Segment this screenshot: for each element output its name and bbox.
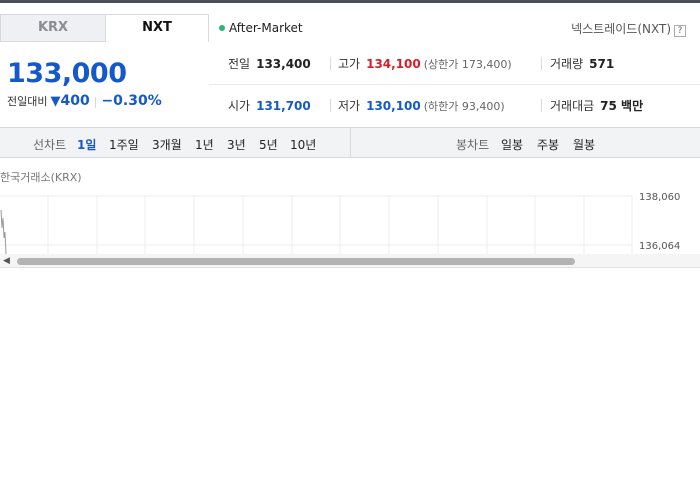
price-chart: 138,060 136,064: [0, 192, 680, 254]
stat-label: 거래량: [550, 57, 584, 71]
stat-lower-limit: (하한가 93,400): [423, 100, 505, 113]
stat-divider: [330, 57, 331, 70]
price-change: 전일대비 ▼400 | −0.30%: [7, 93, 162, 109]
stat-high: 고가 134,100 (상한가 173,400): [338, 55, 512, 72]
scrollbar-thumb[interactable]: [17, 258, 575, 265]
stat-divider: [541, 57, 542, 70]
stat-upper-limit: (상한가 173,400): [423, 58, 512, 71]
period-5y[interactable]: 5년: [259, 136, 278, 153]
help-icon[interactable]: ?: [674, 25, 686, 37]
down-triangle-icon: ▼: [50, 94, 61, 109]
session-dot-icon: [219, 25, 225, 31]
change-amount: 400: [60, 93, 90, 109]
stat-low: 저가 130,100 (하한가 93,400): [338, 97, 505, 114]
chart-gridlines: [0, 195, 633, 254]
provider-info: 넥스트레이드(NXT)?: [571, 20, 686, 37]
candle-chart-label: 봉차트: [456, 138, 490, 152]
stat-value: 130,100: [366, 99, 421, 113]
line-chart-label: 선차트: [33, 138, 67, 152]
period-3y[interactable]: 3년: [227, 136, 246, 153]
tab-nxt[interactable]: NXT: [105, 14, 209, 42]
stat-label: 시가: [228, 99, 251, 113]
chart-period-bar: 선차트 1일 1주일 3개월 1년 3년 5년 10년 봉차트 일봉 주봉 월봉: [0, 127, 700, 158]
candle-weekly[interactable]: 주봉: [537, 136, 559, 153]
stats-row-divider: [209, 84, 700, 85]
stat-open: 시가 131,700: [228, 97, 311, 114]
y-tick-label: 136,064: [639, 241, 680, 252]
stat-label: 거래대금: [550, 99, 595, 113]
period-3m[interactable]: 3개월: [152, 136, 182, 153]
period-1d[interactable]: 1일: [77, 136, 96, 153]
stat-divider: [541, 99, 542, 112]
y-tick-label: 138,060: [639, 192, 680, 203]
stat-divider: [330, 99, 331, 112]
stat-value: 75 백만: [600, 99, 644, 113]
stat-value: 134,100: [366, 57, 421, 71]
change-separator: |: [93, 95, 98, 108]
period-1y[interactable]: 1년: [195, 136, 214, 153]
period-bar-divider: [350, 128, 351, 157]
price-line: [0, 209, 7, 254]
stat-value: 131,700: [256, 99, 311, 113]
stat-label: 전일: [228, 57, 251, 71]
chart-source-caption: 한국거래소(KRX): [0, 171, 82, 184]
stat-prev-close: 전일 133,400: [228, 55, 311, 72]
stat-value: 571: [589, 57, 615, 71]
session-status: After-Market: [219, 21, 303, 35]
top-border: [0, 0, 700, 3]
stat-label: 고가: [338, 57, 361, 71]
period-10y[interactable]: 10년: [290, 136, 316, 153]
current-price: 133,000: [7, 58, 127, 89]
change-percent: −0.30%: [101, 93, 162, 109]
candle-daily[interactable]: 일봉: [501, 136, 523, 153]
tab-divider: [0, 41, 105, 42]
chart-scrollbar[interactable]: ◀: [0, 254, 700, 268]
session-label: After-Market: [229, 21, 303, 35]
change-label: 전일대비: [7, 95, 48, 108]
stat-volume: 거래량 571: [550, 55, 614, 72]
stat-amount: 거래대금 75 백만: [550, 97, 643, 114]
tab-krx[interactable]: KRX: [0, 14, 105, 42]
scroll-left-icon[interactable]: ◀: [3, 256, 10, 266]
stat-label: 저가: [338, 99, 361, 113]
candle-monthly[interactable]: 월봉: [573, 136, 595, 153]
provider-label: 넥스트레이드(NXT): [571, 22, 671, 36]
period-1w[interactable]: 1주일: [109, 136, 139, 153]
stat-value: 133,400: [256, 57, 311, 71]
